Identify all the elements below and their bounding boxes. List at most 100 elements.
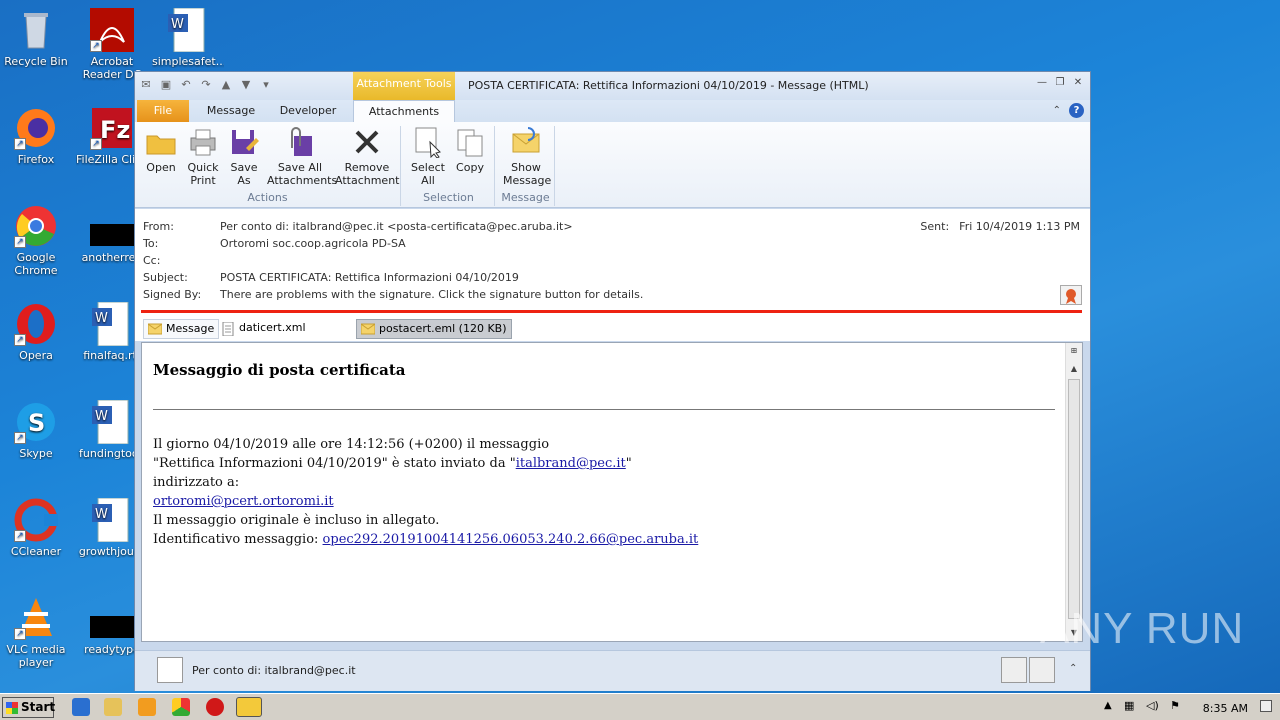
redo-icon[interactable]: ↷ bbox=[199, 78, 213, 92]
from-value[interactable]: Per conto di: italbrand@pec.it <posta-ce… bbox=[220, 220, 573, 233]
envelope-icon bbox=[360, 323, 376, 335]
flag-notification-icon[interactable]: ⚑ bbox=[1170, 699, 1180, 712]
undo-icon[interactable]: ↶ bbox=[179, 78, 193, 92]
signature-warning-line bbox=[141, 310, 1082, 313]
help-icon[interactable]: ? bbox=[1069, 103, 1084, 118]
signature-button[interactable] bbox=[1060, 285, 1082, 305]
svg-text:S: S bbox=[28, 409, 45, 437]
quick-access-toolbar: ✉ ▣ ↶ ↷ ▲ ▼ ▾ bbox=[139, 78, 273, 92]
person-avatar-1[interactable] bbox=[1001, 657, 1027, 683]
zoom-icon[interactable]: ⊞ bbox=[1068, 345, 1080, 357]
subject-row: Subject: POSTA CERTIFICATA: Rettifica Inf… bbox=[143, 271, 519, 284]
signature-warning: There are problems with the signature. C… bbox=[220, 288, 644, 301]
tray-expand-icon[interactable]: ▲ bbox=[1104, 700, 1112, 711]
explorer-taskbar-icon[interactable] bbox=[104, 698, 122, 716]
opera-icon: ↗ bbox=[14, 302, 58, 346]
desktop-icon-chrome[interactable]: ↗ Google Chrome bbox=[0, 204, 72, 277]
quick-print-button[interactable]: Quick Print bbox=[183, 126, 223, 187]
desktop-icon-vlc[interactable]: ↗ VLC media player bbox=[0, 596, 72, 669]
remove-attachment-button[interactable]: Remove Attachment bbox=[335, 126, 400, 187]
taskbar: Start ▲ ▦ ◁) ⚑ 8:35 AM bbox=[0, 693, 1280, 720]
people-pane-text: Per conto di: italbrand@pec.it bbox=[192, 664, 356, 677]
expand-people-pane-icon[interactable]: ⌃ bbox=[1069, 663, 1077, 674]
xml-file-icon bbox=[221, 321, 235, 337]
printer-icon bbox=[187, 126, 219, 158]
message-id-link[interactable]: opec292.20191004141256.06053.240.2.66@pe… bbox=[323, 532, 699, 547]
sent-row: Sent: Fri 10/4/2019 1:13 PM bbox=[920, 220, 1080, 233]
tab-message[interactable]: Message bbox=[199, 100, 263, 122]
desktop-icon-ccleaner[interactable]: ↗ CCleaner bbox=[0, 498, 72, 558]
acrobat-icon: ↗ bbox=[90, 8, 134, 52]
clock[interactable]: 8:35 AM bbox=[1203, 702, 1248, 715]
system-tray: ▲ ▦ ◁) ⚑ 8:35 AM bbox=[1100, 696, 1280, 718]
show-desktop-icon[interactable] bbox=[1260, 700, 1272, 712]
attachment-message[interactable]: Message bbox=[143, 319, 220, 339]
network-icon[interactable]: ▦ bbox=[1124, 699, 1134, 712]
message-header: From: Per conto di: italbrand@pec.it <pos… bbox=[135, 209, 1090, 315]
tab-file[interactable]: File bbox=[137, 100, 189, 122]
recipient-link[interactable]: ortoromi@pcert.ortoromi.it bbox=[153, 494, 334, 509]
body-line-1: Il giorno 04/10/2019 alle ore 14:12:56 (… bbox=[153, 437, 550, 452]
desktop-icon-skype[interactable]: S ↗ Skype bbox=[0, 400, 72, 460]
person-avatar-2[interactable] bbox=[1029, 657, 1055, 683]
attachment-daticert[interactable]: daticert.xml bbox=[217, 319, 310, 339]
cc-row: Cc: bbox=[143, 254, 161, 267]
svg-text:W: W bbox=[171, 17, 184, 32]
save-icon[interactable]: ▣ bbox=[159, 78, 173, 92]
collapse-ribbon-icon[interactable]: ⌃ bbox=[1053, 105, 1061, 116]
sender-avatar[interactable] bbox=[157, 657, 183, 683]
signed-by-row: Signed By: There are problems with the si… bbox=[143, 288, 644, 301]
anyrun-watermark: ANY RUN bbox=[1040, 604, 1245, 653]
up-arrow-icon[interactable]: ▲ bbox=[219, 78, 233, 92]
recycle-bin-icon bbox=[14, 8, 58, 52]
down-arrow-icon[interactable]: ▼ bbox=[239, 78, 253, 92]
tab-attachments[interactable]: Attachments bbox=[353, 100, 455, 122]
restore-icon[interactable]: ❐ bbox=[1054, 77, 1066, 89]
close-icon[interactable]: ✕ bbox=[1072, 77, 1084, 89]
window-title: POSTA CERTIFICATA: Rettifica Informazion… bbox=[468, 79, 869, 92]
minimize-icon[interactable]: — bbox=[1036, 77, 1048, 89]
body-line-6: Identificativo messaggio: opec292.201910… bbox=[153, 532, 699, 547]
desktop-icon-firefox[interactable]: ↗ Firefox bbox=[0, 106, 72, 166]
folder-icon bbox=[145, 126, 177, 158]
scroll-up-icon[interactable]: ▲ bbox=[1068, 363, 1080, 375]
customize-qat-icon[interactable]: ▾ bbox=[259, 78, 273, 92]
vertical-scrollbar[interactable]: ⊞ ▲ ▼ bbox=[1065, 343, 1082, 641]
message-window: ✉ ▣ ↶ ↷ ▲ ▼ ▾ Attachment Tools POSTA CER… bbox=[134, 71, 1091, 691]
copy-button[interactable]: Copy bbox=[451, 126, 489, 174]
save-as-button[interactable]: Save As bbox=[225, 126, 263, 187]
blank-file-icon bbox=[90, 596, 134, 640]
body-heading: Messaggio di posta certificata bbox=[153, 361, 406, 379]
attachment-postacert[interactable]: postacert.eml (120 KB) bbox=[356, 319, 512, 339]
subject-value: POSTA CERTIFICATA: Rettifica Informazion… bbox=[220, 271, 519, 284]
ie-taskbar-icon[interactable] bbox=[72, 698, 90, 716]
ribbon-group-message: Show Message Message bbox=[497, 126, 555, 206]
select-all-button[interactable]: Select All bbox=[409, 126, 447, 187]
select-all-icon bbox=[412, 126, 444, 159]
volume-icon[interactable]: ◁) bbox=[1146, 699, 1159, 712]
blank-file-icon bbox=[90, 204, 134, 248]
opera-taskbar-icon[interactable] bbox=[206, 698, 224, 716]
chrome-taskbar-icon[interactable] bbox=[172, 698, 190, 716]
to-value[interactable]: Ortoromi soc.coop.agricola PD-SA bbox=[220, 237, 406, 250]
desktop-icon-recycle-bin[interactable]: Recycle Bin bbox=[0, 8, 72, 68]
outlook-taskbar-icon[interactable] bbox=[236, 697, 262, 717]
people-pane: Per conto di: italbrand@pec.it ⌃ bbox=[135, 650, 1090, 691]
desktop-icon-simplesafet[interactable]: W simplesafet... bbox=[152, 7, 224, 68]
save-all-attachments-button[interactable]: Save All Attachments bbox=[267, 126, 337, 187]
scroll-thumb[interactable] bbox=[1068, 379, 1080, 619]
svg-text:W: W bbox=[95, 311, 108, 326]
show-message-button[interactable]: Show Message bbox=[503, 126, 551, 187]
sent-value: Fri 10/4/2019 1:13 PM bbox=[959, 220, 1080, 233]
body-divider bbox=[153, 409, 1055, 410]
body-line-4: ortoromi@pcert.ortoromi.it bbox=[153, 494, 334, 509]
media-player-taskbar-icon[interactable] bbox=[138, 698, 156, 716]
sender-link[interactable]: italbrand@pec.it bbox=[516, 456, 626, 471]
desktop-icon-opera[interactable]: ↗ Opera bbox=[0, 302, 72, 362]
start-button[interactable]: Start bbox=[2, 697, 55, 718]
tab-developer[interactable]: Developer bbox=[275, 100, 341, 122]
to-row: To: Ortoromi soc.coop.agricola PD-SA bbox=[143, 237, 406, 250]
envelope-icon[interactable]: ✉ bbox=[139, 78, 153, 92]
word-doc-icon: W bbox=[90, 301, 134, 347]
open-button[interactable]: Open bbox=[141, 126, 181, 174]
